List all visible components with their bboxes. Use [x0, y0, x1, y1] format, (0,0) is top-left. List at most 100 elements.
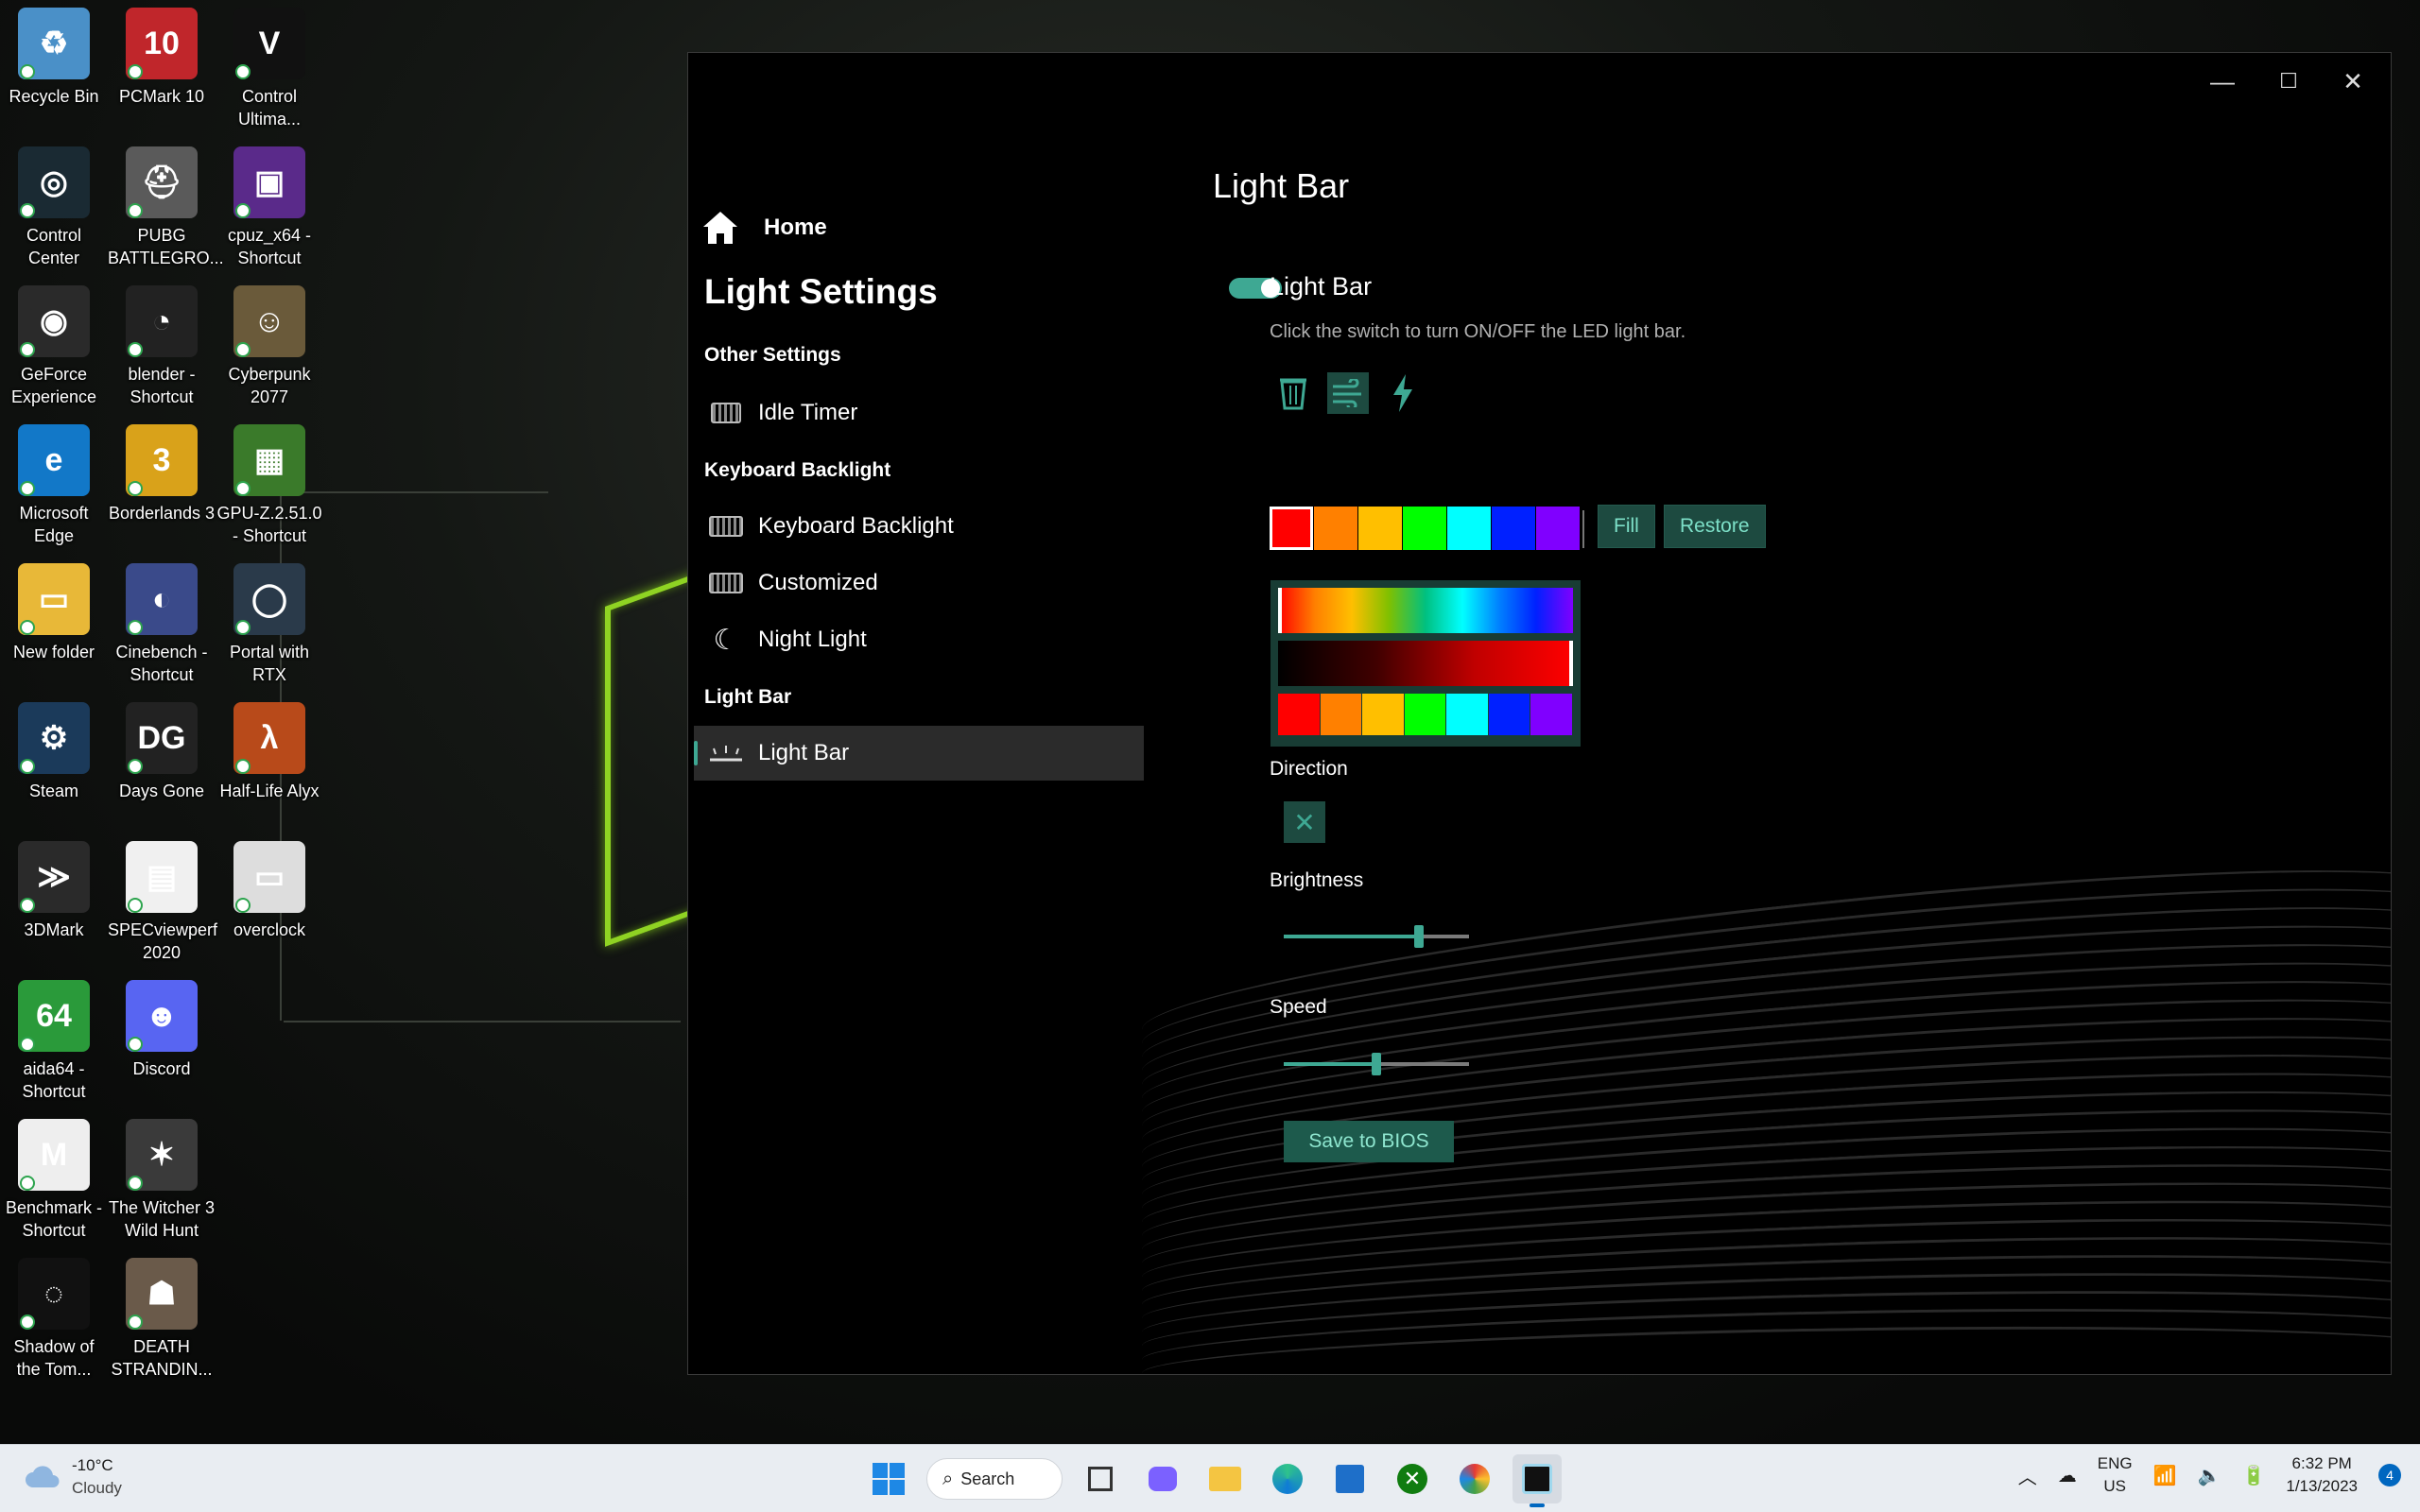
network-cloud-icon[interactable]: ☁	[2058, 1464, 2077, 1487]
speed-slider[interactable]	[1284, 1050, 1469, 1078]
fill-button[interactable]: Fill	[1598, 505, 1655, 548]
desktop-icon[interactable]: ✶ The Witcher 3 Wild Hunt	[108, 1115, 216, 1249]
brightness-slider[interactable]	[1284, 922, 1469, 951]
battery-icon[interactable]: 🔋	[2241, 1464, 2265, 1487]
desktop-icon[interactable]: ⚙ Steam	[0, 698, 108, 833]
desktop-icon-label: Portal with RTX	[229, 643, 310, 684]
slider-thumb[interactable]	[1414, 925, 1425, 948]
store-icon[interactable]	[1325, 1454, 1374, 1503]
desktop-icon[interactable]: ▤ SPECviewperf 2020	[108, 837, 217, 971]
sidebar-item-keyboard-backlight[interactable]: Keyboard Backlight	[694, 499, 1144, 554]
slider-thumb[interactable]	[1372, 1053, 1381, 1075]
desktop-icon[interactable]: M Benchmark - Shortcut	[0, 1115, 108, 1249]
preset-color[interactable]	[1488, 694, 1530, 735]
home-nav[interactable]: Home	[701, 210, 827, 246]
toggle-label: Light Bar	[1270, 272, 1373, 301]
desktop-icon[interactable]: ▭ overclock	[216, 837, 323, 971]
desktop-icon[interactable]: ☻ Discord	[108, 976, 216, 1110]
color-swatch[interactable]	[1314, 507, 1357, 550]
color-swatch[interactable]	[1536, 507, 1580, 550]
hue-bar[interactable]	[1278, 588, 1573, 633]
desktop-icon[interactable]: 64 aida64 - Shortcut	[0, 976, 108, 1110]
file-explorer-icon[interactable]	[1201, 1454, 1250, 1503]
wind-fan-icon[interactable]	[1327, 372, 1369, 414]
desktop-icon[interactable]: ☗ DEATH STRANDIN...	[108, 1254, 216, 1388]
desktop-icon[interactable]: ▦ GPU-Z.2.51.0 - Shortcut	[216, 421, 323, 555]
desktop-icon[interactable]: ◐ Cinebench - Shortcut	[108, 559, 216, 694]
sidebar-item-night-light[interactable]: ☾ Night Light	[694, 612, 1144, 667]
desktop-icon-label: GPU-Z.2.51.0 - Shortcut	[216, 504, 322, 545]
desktop-icon-label: PCMark 10	[118, 87, 205, 106]
sync-status-icon	[128, 203, 143, 218]
color-swatch[interactable]	[1447, 507, 1491, 550]
sidebar-item-light-bar[interactable]: Light Bar	[694, 726, 1144, 781]
preset-color[interactable]	[1362, 694, 1404, 735]
language-indicator[interactable]: ENG US	[2098, 1452, 2133, 1498]
color-swatch[interactable]	[1270, 507, 1313, 550]
preset-color[interactable]	[1446, 694, 1488, 735]
keyboard-icon	[707, 513, 745, 540]
desktop-icon[interactable]: ≫ 3DMark	[0, 837, 108, 971]
desktop-icon[interactable]: 3 Borderlands 3	[108, 421, 216, 555]
desktop-icon[interactable]: ◉ GeForce Experience	[0, 282, 108, 416]
clock[interactable]: 6:32 PM 1/13/2023	[2286, 1452, 2358, 1498]
weather-widget[interactable]: -10°C Cloudy	[25, 1454, 122, 1500]
sync-status-icon	[20, 342, 35, 357]
start-button[interactable]	[864, 1454, 913, 1503]
control-center-taskbar-icon[interactable]	[1512, 1454, 1562, 1507]
desktop-icon-image: λ	[233, 702, 305, 774]
desktop-icon[interactable]: ◌ Shadow of the Tom...	[0, 1254, 108, 1388]
desktop-icon-image: e	[18, 424, 90, 496]
desktop-icon[interactable]: ♻ Recycle Bin	[0, 4, 108, 138]
sidebar-item-customized[interactable]: Customized	[694, 556, 1144, 610]
preset-color[interactable]	[1320, 694, 1362, 735]
sidebar-title: Light Settings	[704, 272, 938, 311]
desktop-icon[interactable]: ⛑ PUBG BATTLEGRO...	[108, 143, 224, 277]
desktop-icon[interactable]: ▣ cpuz_x64 - Shortcut	[216, 143, 323, 277]
hue-marker[interactable]	[1278, 588, 1282, 633]
desktop-icon[interactable]: ◯ Portal with RTX	[216, 559, 323, 694]
desktop-icon-image: ♻	[18, 8, 90, 79]
search-icon: ⌕	[942, 1468, 954, 1489]
app-icon[interactable]	[1450, 1454, 1499, 1503]
preset-color[interactable]	[1278, 694, 1320, 735]
desktop-icon[interactable]: ◔ blender - Shortcut	[108, 282, 216, 416]
brightness-label: Brightness	[1270, 869, 1364, 891]
preset-color[interactable]	[1404, 694, 1446, 735]
shade-bar[interactable]	[1278, 641, 1573, 686]
desktop-icon[interactable]: V Control Ultima...	[216, 4, 323, 138]
trash-bin-icon[interactable]	[1272, 372, 1314, 414]
lightning-icon[interactable]	[1382, 372, 1424, 414]
close-button[interactable]: ✕	[2321, 60, 2385, 102]
desktop-icon[interactable]: DG Days Gone	[108, 698, 216, 833]
color-swatch[interactable]	[1403, 507, 1446, 550]
volume-icon[interactable]: 🔈	[2198, 1464, 2221, 1487]
task-view-icon[interactable]	[1076, 1454, 1125, 1503]
desktop-icon[interactable]: λ Half-Life Alyx	[216, 698, 323, 833]
direction-button[interactable]: ✕	[1284, 801, 1325, 843]
taskbar-search[interactable]: ⌕ Search	[926, 1458, 1063, 1500]
shade-marker[interactable]	[1569, 641, 1573, 686]
notification-badge[interactable]: 4	[2378, 1464, 2401, 1486]
desktop-icon[interactable]: e Microsoft Edge	[0, 421, 108, 555]
taskbar: -10°C Cloudy ⌕ Search ✕ ︿ ☁ ENG US 📶 🔈 🔋	[0, 1444, 2420, 1512]
preset-color[interactable]	[1530, 694, 1573, 735]
chat-icon[interactable]	[1138, 1454, 1187, 1503]
desktop-icon[interactable]: 10 PCMark 10	[108, 4, 216, 138]
color-swatch[interactable]	[1492, 507, 1535, 550]
restore-button[interactable]: Restore	[1664, 505, 1766, 548]
desktop-icon-label: Shadow of the Tom...	[13, 1337, 95, 1379]
xbox-icon[interactable]: ✕	[1388, 1454, 1437, 1503]
desktop-icon-image: ▭	[233, 841, 305, 913]
desktop-icon[interactable]: ☺ Cyberpunk 2077	[216, 282, 323, 416]
wifi-icon[interactable]: 📶	[2153, 1464, 2177, 1487]
sync-status-icon	[128, 1314, 143, 1330]
edge-icon[interactable]	[1263, 1454, 1312, 1503]
search-label: Search	[960, 1469, 1015, 1488]
sidebar-item-idle-timer[interactable]: Idle Timer	[694, 386, 1144, 440]
save-to-bios-button[interactable]: Save to BIOS	[1284, 1121, 1454, 1162]
desktop-icon[interactable]: ▭ New folder	[0, 559, 108, 694]
desktop-icon[interactable]: ◎ Control Center	[0, 143, 108, 277]
chevron-up-icon[interactable]: ︿	[2018, 1462, 2037, 1489]
color-swatch[interactable]	[1358, 507, 1402, 550]
